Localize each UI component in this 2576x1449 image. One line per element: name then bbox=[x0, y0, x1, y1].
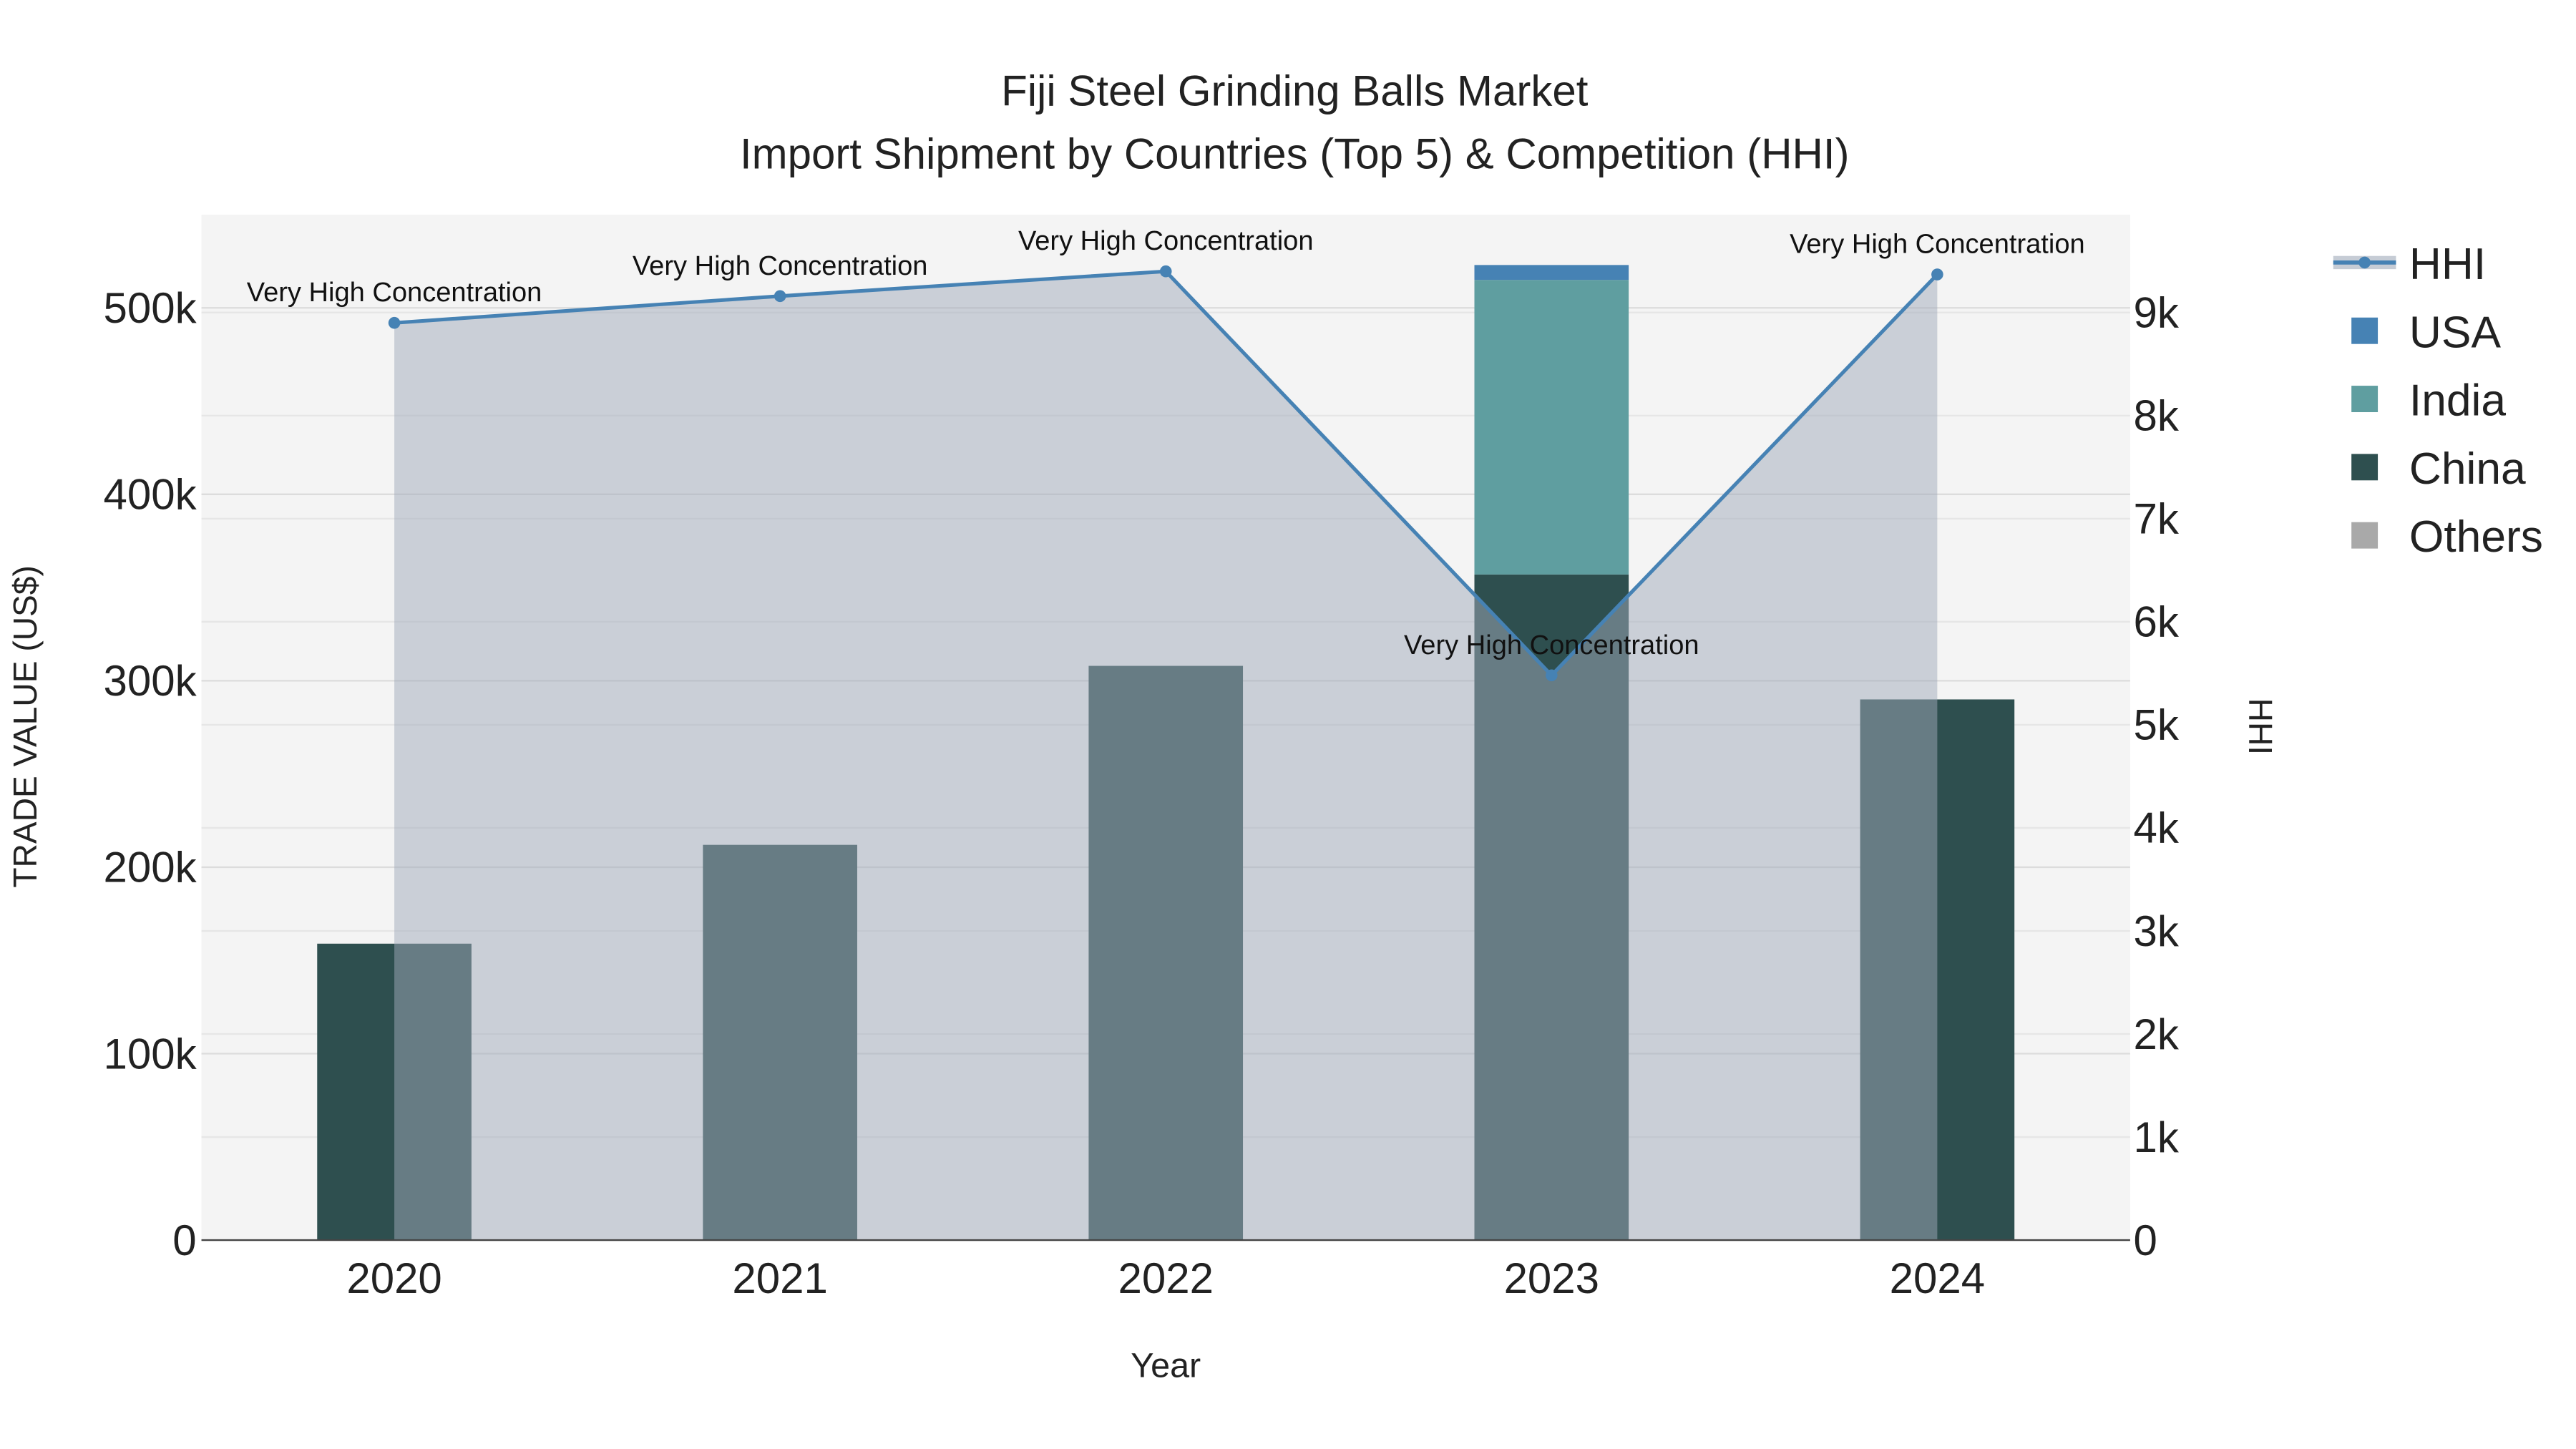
x-tick-label: 2020 bbox=[346, 1254, 441, 1302]
hhi-annotation: Very High Concentration bbox=[1404, 630, 1699, 660]
hhi-point bbox=[774, 290, 786, 303]
legend-swatch-others bbox=[2351, 522, 2379, 549]
x-tick-label: 2024 bbox=[1890, 1254, 1985, 1302]
hhi-annotation: Very High Concentration bbox=[1790, 230, 2085, 260]
hhi-point bbox=[1159, 265, 1172, 278]
y2-tick-label: 6k bbox=[2134, 598, 2180, 646]
chart-subtitle: Import Shipment by Countries (Top 5) & C… bbox=[740, 130, 1850, 177]
legend-label: India bbox=[2409, 376, 2506, 426]
y-tick-label: 300k bbox=[104, 657, 197, 705]
legend-swatch-usa bbox=[2351, 317, 2379, 344]
legend-swatch-china bbox=[2351, 454, 2379, 481]
y2-tick-label: 8k bbox=[2134, 392, 2180, 440]
hhi-point bbox=[1546, 669, 1558, 682]
x-tick-label: 2023 bbox=[1504, 1254, 1599, 1302]
legend-hhi-marker bbox=[2358, 256, 2371, 269]
chart-title: Fiji Steel Grinding Balls Market bbox=[1001, 67, 1589, 115]
hhi-point bbox=[1931, 268, 1943, 280]
y2-tick-label: 0 bbox=[2134, 1216, 2157, 1264]
y-tick-label: 200k bbox=[104, 844, 197, 892]
bar-usa bbox=[1474, 265, 1629, 280]
legend-label: China bbox=[2409, 444, 2526, 494]
hhi-annotation: Very High Concentration bbox=[633, 251, 928, 281]
y2-tick-label: 4k bbox=[2134, 804, 2180, 852]
chart: Very High Concentration Very High Concent… bbox=[0, 0, 2576, 1449]
y-tick-label: 100k bbox=[104, 1030, 197, 1078]
x-tick-label: 2022 bbox=[1118, 1254, 1213, 1302]
y2-tick-label: 1k bbox=[2134, 1113, 2180, 1161]
legend-label: USA bbox=[2409, 308, 2502, 357]
bar-india bbox=[1474, 280, 1629, 575]
y2-tick-label: 5k bbox=[2134, 701, 2180, 749]
hhi-point bbox=[388, 316, 401, 329]
y2-tick-label: 3k bbox=[2134, 907, 2180, 955]
legend-label: HHI bbox=[2409, 240, 2486, 289]
legend-label: Others bbox=[2409, 512, 2543, 562]
hhi-annotation: Very High Concentration bbox=[247, 278, 542, 308]
y-tick-label: 500k bbox=[104, 284, 197, 332]
y-axis-title: TRADE VALUE (US$) bbox=[6, 565, 44, 887]
y2-axis-title: HHI bbox=[2242, 698, 2279, 755]
y2-tick-label: 7k bbox=[2134, 495, 2180, 543]
legend-swatch-india bbox=[2351, 386, 2379, 412]
y-tick-label: 0 bbox=[172, 1216, 196, 1264]
y2-tick-label: 9k bbox=[2134, 289, 2180, 337]
x-tick-label: 2021 bbox=[732, 1254, 827, 1302]
x-axis-title: Year bbox=[1131, 1347, 1201, 1385]
y-tick-label: 400k bbox=[104, 471, 197, 519]
y2-tick-label: 2k bbox=[2134, 1010, 2180, 1058]
hhi-annotation: Very High Concentration bbox=[1018, 226, 1314, 256]
